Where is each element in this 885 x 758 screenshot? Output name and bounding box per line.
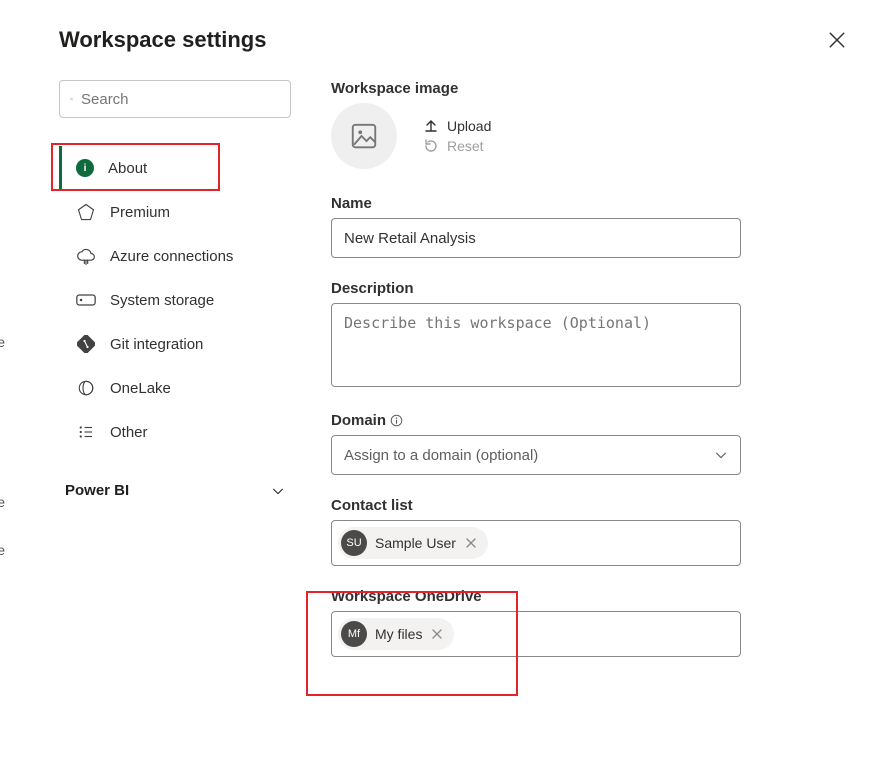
domain-label: Domain [331,412,386,429]
search-icon [70,91,73,107]
domain-group: Domain Assign to a domain (optional) [331,412,853,475]
git-icon [76,335,96,353]
onedrive-chip-avatar: Mf [341,621,367,647]
close-icon [432,629,442,639]
section-powerbi-toggle[interactable]: Power BI [59,478,291,503]
close-icon [828,31,846,49]
onelake-icon [76,379,96,397]
nav-item-storage[interactable]: System storage [59,278,291,322]
info-icon: i [76,159,94,177]
close-button[interactable] [821,24,853,56]
contact-list-label: Contact list [331,497,853,514]
nav-item-about[interactable]: i About [59,146,291,190]
left-nav-column: i About Premium Azure connections Sy [59,80,291,758]
reset-button: Reset [423,138,491,154]
workspace-image-label: Workspace image [331,80,853,97]
contact-list-group: Contact list SU Sample User [331,497,853,566]
image-icon [349,121,379,151]
premium-icon [76,203,96,221]
close-icon [466,538,476,548]
contact-list-input[interactable]: SU Sample User [331,520,741,566]
name-label: Name [331,195,853,212]
nav-label-storage: System storage [110,292,214,309]
form-column: Workspace image Upload [331,80,853,758]
description-label: Description [331,280,853,297]
nav-item-other[interactable]: Other [59,410,291,454]
description-input[interactable] [331,303,741,387]
background-content: date mode d mode mode [0,0,45,758]
nav-label-premium: Premium [110,204,170,221]
nav-label-onelake: OneLake [110,380,171,397]
chevron-down-icon [714,448,728,462]
description-group: Description [331,280,853,390]
domain-select[interactable]: Assign to a domain (optional) [331,435,741,475]
search-input[interactable] [81,91,280,108]
name-group: Name [331,195,853,258]
onedrive-label: Workspace OneDrive [331,588,853,605]
onedrive-input[interactable]: Mf My files [331,611,741,657]
onedrive-chip-text: My files [375,626,422,642]
name-input[interactable] [331,218,741,258]
settings-panel: Workspace settings i About [47,0,885,758]
reset-icon [423,138,439,154]
contact-chip-text: Sample User [375,535,456,551]
other-icon [76,423,96,441]
contact-chip: SU Sample User [338,527,488,559]
nav-label-azure: Azure connections [110,248,233,265]
nav-label-git: Git integration [110,336,203,353]
upload-icon [423,118,439,134]
contact-chip-remove[interactable] [464,538,478,548]
cloud-icon [76,246,96,266]
onedrive-chip: Mf My files [338,618,454,650]
nav-item-azure[interactable]: Azure connections [59,234,291,278]
info-icon[interactable] [390,414,403,427]
upload-button[interactable]: Upload [423,118,491,134]
onedrive-chip-remove[interactable] [430,629,444,639]
nav-label-about: About [108,160,147,177]
nav-item-premium[interactable]: Premium [59,190,291,234]
storage-icon [76,293,96,307]
powerbi-label: Power BI [65,482,129,499]
workspace-image-group: Workspace image Upload [331,80,853,169]
onedrive-group: Workspace OneDrive Mf My files [331,588,853,657]
panel-title: Workspace settings [59,27,266,53]
nav-item-onelake[interactable]: OneLake [59,366,291,410]
contact-chip-avatar: SU [341,530,367,556]
nav-label-other: Other [110,424,148,441]
nav-item-git[interactable]: Git integration [59,322,291,366]
workspace-image-placeholder [331,103,397,169]
search-input-wrapper[interactable] [59,80,291,118]
chevron-down-icon [271,484,285,498]
